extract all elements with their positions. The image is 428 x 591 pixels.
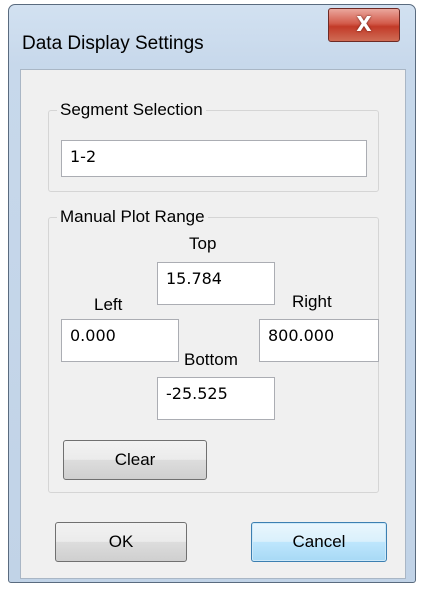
dialog-client-area: Segment Selection 1-2 Manual Plot Range … xyxy=(20,69,406,579)
top-label: Top xyxy=(189,234,217,253)
right-input[interactable]: 800.000 xyxy=(259,319,379,362)
dialog-window: Data Display Settings X Segment Selectio… xyxy=(8,4,416,583)
bottom-label: Bottom xyxy=(184,350,238,369)
clear-button[interactable]: Clear xyxy=(63,440,207,480)
cancel-button[interactable]: Cancel xyxy=(251,522,387,562)
ok-button[interactable]: OK xyxy=(55,522,187,562)
bottom-input[interactable]: -25.525 xyxy=(157,377,275,420)
manual-plot-range-label: Manual Plot Range xyxy=(57,207,208,227)
left-label: Left xyxy=(94,295,123,314)
segment-selection-label: Segment Selection xyxy=(57,100,206,120)
left-input[interactable]: 0.000 xyxy=(61,319,179,362)
close-button[interactable]: X xyxy=(328,8,400,42)
close-icon: X xyxy=(356,12,372,36)
top-input[interactable]: 15.784 xyxy=(157,262,275,305)
right-label: Right xyxy=(292,292,332,311)
segment-selection-input[interactable]: 1-2 xyxy=(61,140,367,177)
window-title: Data Display Settings xyxy=(22,33,204,54)
